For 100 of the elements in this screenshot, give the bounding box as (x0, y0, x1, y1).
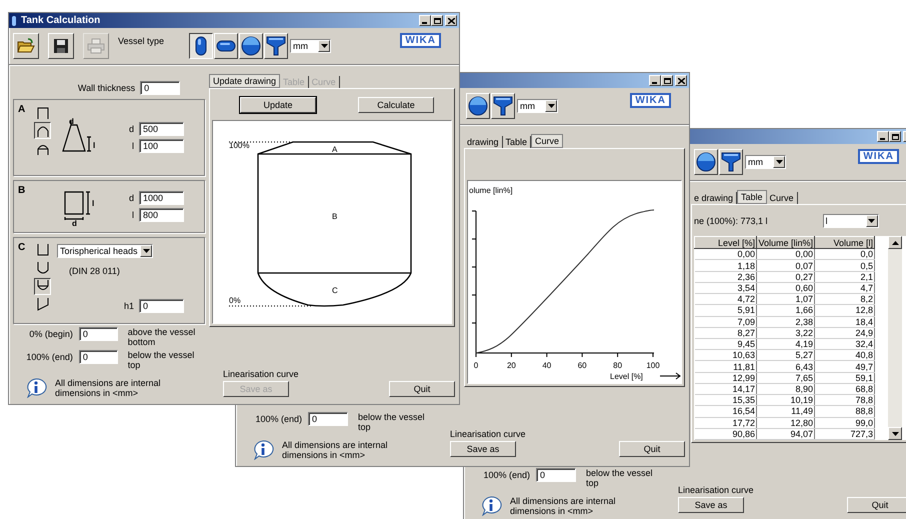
panel-button[interactable]: Update (240, 96, 316, 112)
unit-dropdown[interactable]: mm (517, 99, 558, 113)
window-title: Tank Calculation (21, 15, 100, 26)
quit-button[interactable]: Quit (847, 497, 906, 513)
head-shape-button[interactable] (34, 278, 51, 296)
scrollbar[interactable] (888, 236, 902, 440)
section-label: C (332, 286, 338, 295)
level-offset-field[interactable]: 0 (308, 412, 348, 426)
table-cell: 16,54 (694, 406, 756, 418)
sphere-tank-icon (241, 36, 261, 56)
toolbar-button[interactable] (48, 33, 74, 59)
x-tick-label: 60 (578, 361, 587, 370)
table-cell: 7,09 (694, 316, 756, 328)
field-label: 100% (end) (25, 351, 73, 362)
table-cell: 0,00 (756, 248, 814, 260)
head-type-dropdown[interactable]: Torispherical heads (57, 244, 153, 258)
field-label: d (128, 192, 134, 203)
close-button[interactable] (445, 15, 457, 26)
wall-thickness-field[interactable]: 0 (140, 81, 180, 95)
info-icon (252, 440, 274, 460)
tab[interactable]: Curve (766, 192, 798, 204)
minimize-button[interactable] (649, 75, 661, 86)
quit-button[interactable]: Quit (389, 381, 455, 397)
level-offset-field[interactable]: 0 (536, 468, 576, 482)
table-cell: 8,90 (756, 383, 814, 395)
table-cell: 9,45 (694, 338, 756, 350)
tab[interactable]: Update drawing (209, 74, 280, 88)
panel-button[interactable]: Calculate (358, 96, 434, 112)
tab[interactable]: Table (737, 190, 767, 204)
table-cell: 4,7 (814, 282, 874, 294)
table-cell: 5,27 (756, 350, 814, 361)
minimize-button[interactable] (419, 15, 431, 26)
column-header[interactable]: Volume [lin%] (756, 236, 814, 249)
minimize-button[interactable] (877, 131, 889, 142)
dimension-label: l (93, 141, 96, 150)
info-icon (480, 496, 502, 516)
field-label: l (132, 140, 134, 151)
scroll-down-icon[interactable] (892, 432, 898, 436)
level-offset-field[interactable]: 0 (78, 327, 118, 341)
tab[interactable]: Curve (531, 134, 564, 148)
table-cell: 94,07 (756, 428, 814, 440)
sphere-tank-icon (468, 96, 488, 116)
table-cell: 0,07 (756, 260, 814, 272)
dimension-field[interactable]: 500 (139, 122, 184, 136)
unit-dropdown[interactable]: mm (290, 39, 331, 53)
x-tick-label: 80 (613, 361, 622, 370)
close-button[interactable] (675, 75, 687, 86)
maximize-button[interactable] (431, 15, 443, 26)
volume-unit-dropdown[interactable]: l (822, 214, 879, 228)
quit-button[interactable]: Quit (619, 441, 685, 457)
maximize-button[interactable] (889, 131, 901, 142)
x-tick-label: 20 (506, 361, 516, 370)
dimension-field[interactable]: 0 (139, 299, 184, 313)
brand-logo: WIKA (630, 93, 671, 108)
table-cell: 49,7 (814, 360, 874, 372)
column-header[interactable]: Level [%] (694, 236, 756, 249)
maximize-icon (892, 134, 898, 140)
info-icon (25, 378, 47, 398)
table-cell: 10,19 (756, 394, 814, 406)
close-icon (448, 18, 454, 24)
table-cell: 90,86 (694, 428, 756, 440)
head-shape-icon (36, 261, 50, 276)
table-cell: 0,60 (756, 282, 814, 294)
maximize-icon (664, 78, 670, 84)
table-cell: 8,2 (814, 294, 874, 305)
table-cell: 24,9 (814, 327, 874, 338)
table-cell: 17,72 (694, 417, 756, 428)
table-cell: 0,5 (814, 260, 874, 272)
save-as-button[interactable]: Save as (678, 497, 744, 513)
field-label: 100% (end) (254, 413, 302, 424)
head-shape-icon (36, 297, 50, 312)
table-cell: 2,36 (694, 271, 756, 282)
field-label: h1 (124, 301, 134, 311)
horizontal-tank-icon (216, 40, 236, 52)
linearisation-label: Linearisation curve (223, 369, 299, 379)
table-cell: 12,99 (694, 372, 756, 384)
funnel-tank-icon (266, 36, 286, 56)
sphere-tank-icon (696, 152, 716, 172)
x-tick-label: 100 (646, 361, 660, 370)
section-label: B (332, 212, 338, 221)
save-as-button[interactable]: Save as (450, 441, 516, 457)
dimension-field[interactable]: 800 (139, 208, 184, 222)
arrow-icon (660, 372, 681, 380)
maximize-button[interactable] (661, 75, 673, 86)
dimension-field[interactable]: 1000 (139, 190, 184, 205)
section-letter: B (18, 184, 26, 198)
dimension-field[interactable]: 100 (139, 138, 184, 153)
head-shape-button[interactable] (34, 122, 51, 139)
level-offset-field[interactable]: 0 (78, 350, 118, 364)
level-label: 100% (229, 141, 250, 150)
toolbar-button[interactable] (13, 33, 39, 59)
table-cell: 3,54 (694, 282, 756, 294)
unit-dropdown[interactable]: mm (745, 155, 786, 169)
field-label: d (128, 124, 134, 134)
vessel-type-button[interactable] (189, 33, 213, 59)
tab[interactable]: drawing (464, 136, 503, 148)
dimension-label: l (92, 199, 94, 208)
scroll-up-icon[interactable] (892, 240, 898, 244)
dimension-label: d (72, 219, 77, 226)
column-header[interactable]: Volume [l] (814, 236, 874, 249)
